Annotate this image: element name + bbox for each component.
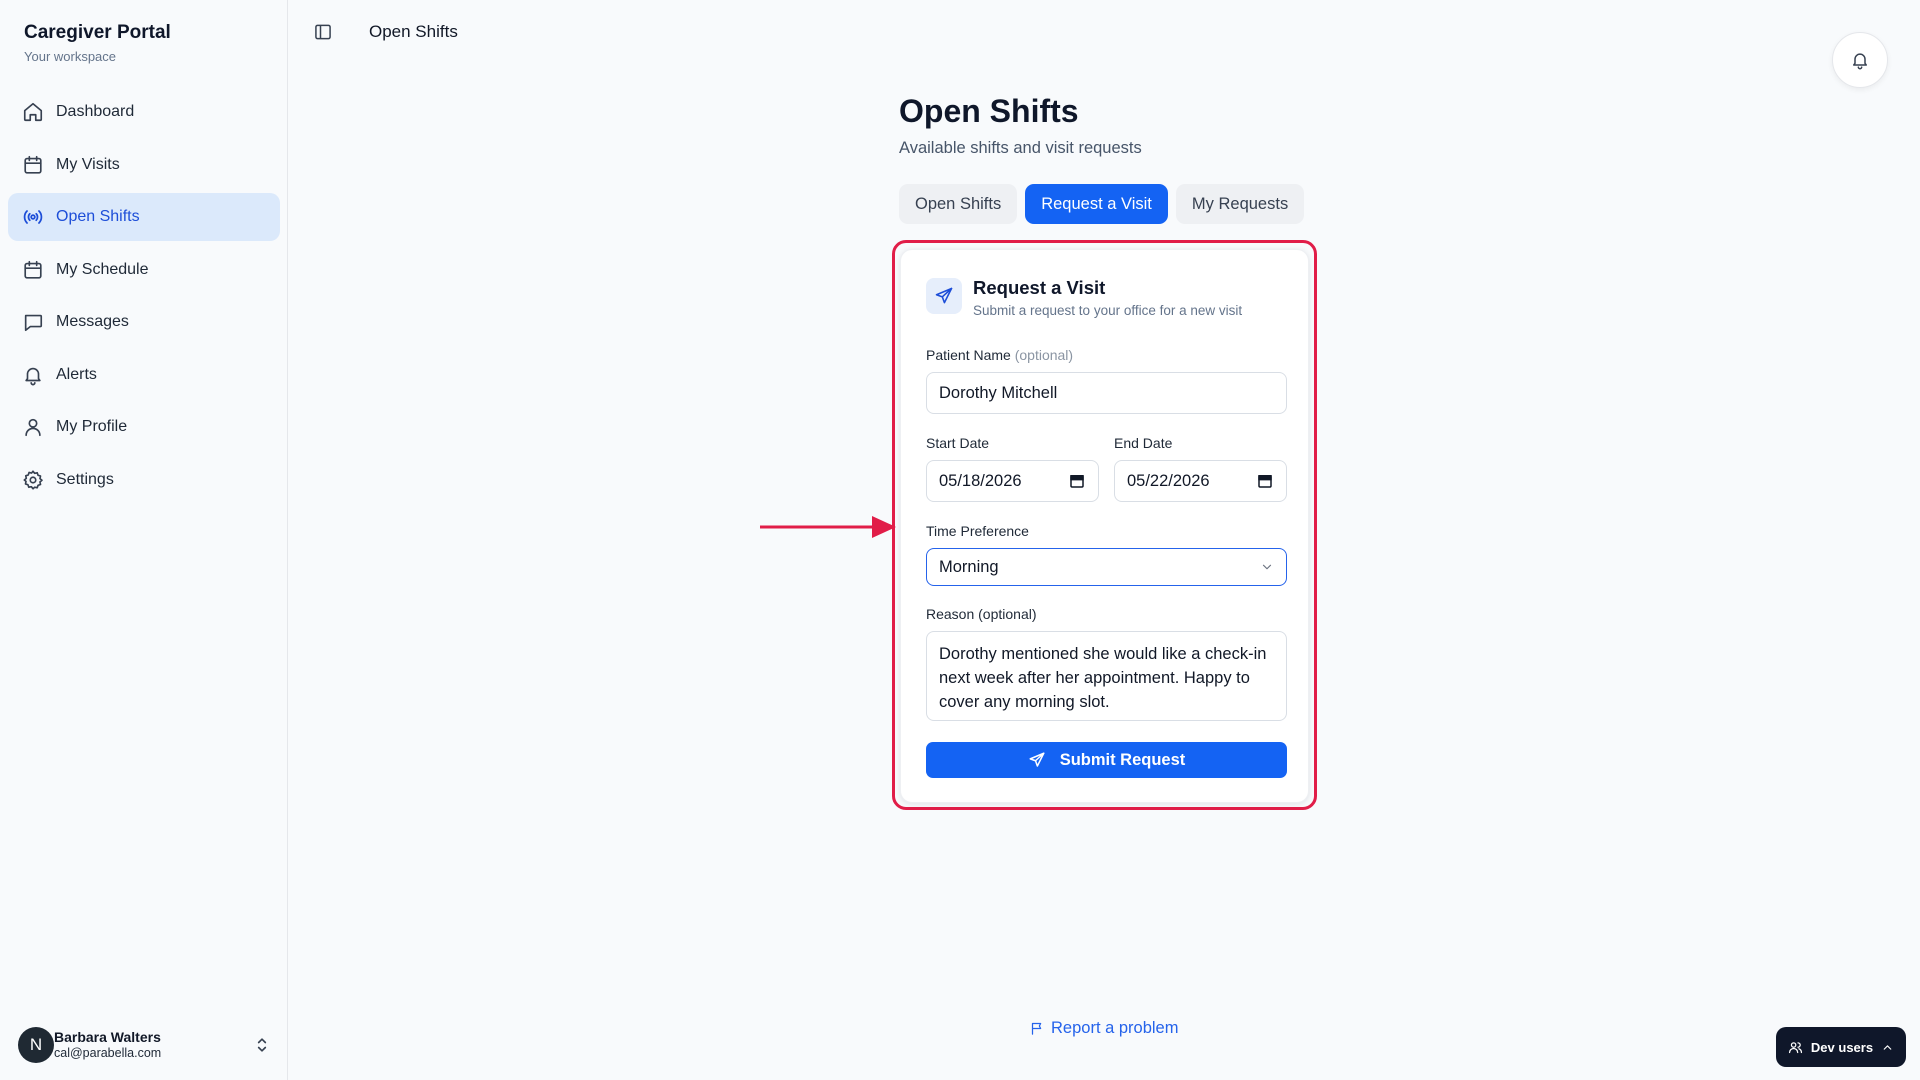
request-visit-card: Request a Visit Submit a request to your… [900,249,1309,803]
send-icon [1029,752,1045,767]
start-date-input[interactable]: 05/18/2026 [926,460,1099,502]
card-title: Request a Visit [973,277,1106,298]
user-info: Barbara Walters cal@parabella.com [54,1029,161,1061]
avatar: N [18,1027,54,1063]
tab-request-a-visit[interactable]: Request a Visit [1025,184,1168,224]
sidebar-item-my-profile[interactable]: My Profile [8,403,280,451]
tab-my-requests[interactable]: My Requests [1175,184,1305,224]
sidebar-item-label: Messages [56,313,129,330]
user-icon [22,416,44,438]
sidebar-item-label: My Schedule [56,260,149,278]
sidebar-item-label: My Visits [56,155,120,173]
tab-open-shifts[interactable]: Open Shifts [899,184,1018,224]
dev-users-button[interactable]: Dev users [1776,1027,1906,1067]
start-date-value: 05/18/2026 [939,471,1022,490]
bell-icon [1853,53,1867,70]
gear-icon [22,469,44,491]
submit-label: Submit Request [1059,750,1186,769]
breadcrumb-title: Open Shifts [369,22,458,41]
end-date-label: End Date [1114,435,1173,451]
patient-name-label: Patient Name (optional) [926,347,1073,363]
send-icon [926,278,962,314]
annotation-arrow [760,516,896,538]
page-subtitle: Available shifts and visit requests [899,139,1142,157]
report-problem-label: Report a problem [1051,1019,1179,1037]
user-email: cal@parabella.com [54,1045,162,1060]
end-date-input[interactable]: 05/22/2026 [1114,460,1287,502]
sidebar-item-alerts[interactable]: Alerts [8,351,280,399]
chevron-up-icon [1883,1044,1892,1050]
sidebar-toggle-button[interactable] [313,22,333,42]
patient-name-input[interactable]: Dorothy Mitchell [926,372,1287,414]
submit-request-button[interactable]: Submit Request [926,742,1287,778]
end-date-value: 05/22/2026 [1127,471,1210,490]
report-problem-link[interactable]: Report a problem [1030,1019,1178,1038]
sidebar-item-my-schedule[interactable]: My Schedule [8,246,280,294]
dev-users-label: Dev users [1810,1039,1874,1055]
calendar-icon [22,259,44,281]
flag-icon [1031,1022,1042,1035]
brand-title: Caregiver Portal [24,22,171,43]
brand: Caregiver Portal Your workspace [24,22,171,64]
calendar-icon [22,154,44,176]
sidebar-item-label: Alerts [56,365,97,383]
chevron-up-down-icon [257,1038,267,1052]
calendar-icon[interactable] [1068,472,1086,490]
time-preference-select[interactable]: Morning [926,548,1287,586]
chevron-down-icon [1262,564,1272,570]
sidebar-item-my-visits[interactable]: My Visits [8,141,280,189]
time-preference-label: Time Preference [926,523,1029,539]
page-title: Open Shifts [899,93,1079,129]
optional-hint: (optional) [1014,347,1074,363]
sidebar-item-messages[interactable]: Messages [8,298,280,346]
panel-left-icon [315,24,331,40]
notifications-button[interactable] [1832,32,1888,88]
user-name: Barbara Walters [54,1029,161,1046]
sidebar-item-open-shifts[interactable]: Open Shifts [8,193,280,241]
sidebar-item-label: My Profile [56,418,128,435]
sidebar: Caregiver Portal Your workspace Dashboar… [0,0,288,1080]
users-icon [1788,1041,1802,1053]
patient-name-value: Dorothy Mitchell [939,383,1058,402]
sidebar-item-dashboard[interactable]: Dashboard [8,88,280,136]
brand-subtitle: Your workspace [24,49,117,64]
start-date-label: Start Date [926,435,990,451]
sidebar-item-label: Settings [56,470,114,488]
user-menu[interactable]: N Barbara Walters cal@parabella.com [18,1024,272,1066]
card-subtitle: Submit a request to your office for a ne… [973,303,1243,318]
bell-icon [22,364,44,386]
reason-label: Reason (optional) [926,606,1037,622]
sidebar-item-label: Dashboard [56,103,135,120]
sidebar-item-label: Open Shifts [56,208,140,225]
sidebar-nav: Dashboard My Visits Open Shifts My Sched… [8,88,280,508]
tabs: Open Shifts Request a Visit My Requests [899,184,1305,224]
broadcast-icon [22,206,44,228]
message-icon [22,311,44,333]
reason-textarea[interactable]: Dorothy mentioned she would like a check… [926,631,1287,721]
sidebar-item-settings[interactable]: Settings [8,456,280,504]
calendar-icon[interactable] [1256,472,1274,490]
home-icon [22,101,44,123]
patient-name-label-text: Patient Name [926,347,1011,363]
time-preference-value: Morning [939,557,999,576]
